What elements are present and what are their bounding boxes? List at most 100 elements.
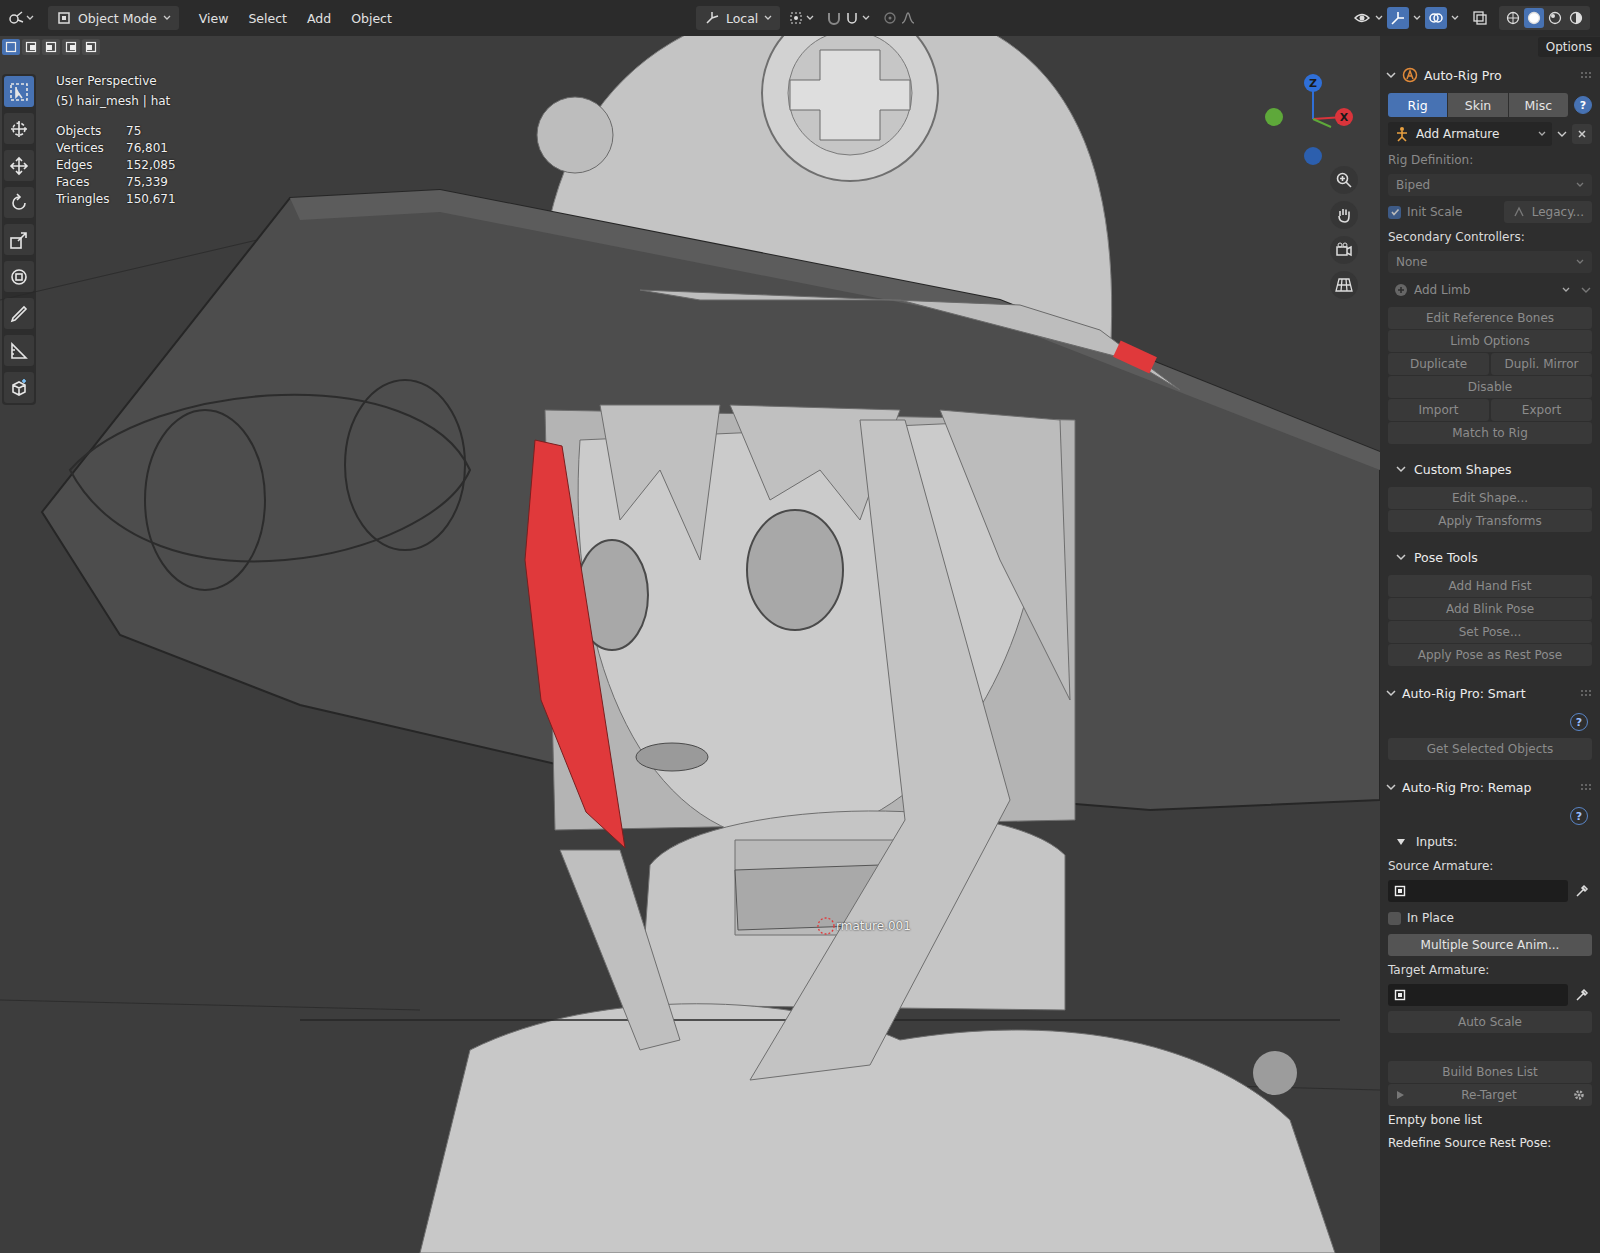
tab[interactable]: Skin [1448,93,1507,117]
legacy-button[interactable]: Legacy... [1504,201,1592,223]
close-icon [1577,129,1587,139]
options-button[interactable]: Options [1538,37,1600,57]
pivot-button[interactable] [784,7,818,29]
drag-grip-icon[interactable] [1580,71,1594,79]
subpanel-header[interactable]: Pose Tools [1388,544,1592,570]
chevron-down-icon[interactable] [1451,14,1459,22]
panel-button[interactable]: Apply Transforms [1388,510,1592,532]
camera-view-button[interactable] [1330,236,1358,264]
navigation-gizmo[interactable]: ZX [1262,71,1352,171]
selection-mode-button[interactable] [42,39,60,55]
axis-handle[interactable]: Z [1304,74,1322,92]
tab-row: RigSkinMisc? [1388,93,1592,117]
inputs-toggle[interactable]: Inputs: [1388,832,1592,852]
chevron-down-icon[interactable] [1375,14,1383,22]
enum-field[interactable]: Biped [1388,174,1592,196]
menu-chevron-icon[interactable] [1580,284,1592,296]
drag-grip-icon[interactable] [1580,689,1594,697]
selection-mode-button[interactable] [82,39,100,55]
remove-button[interactable] [1572,124,1592,144]
panel-button[interactable]: Dupli. Mirror [1491,353,1592,375]
panel-header[interactable]: Auto-Rig Pro [1386,62,1594,88]
menu-chevron-icon[interactable] [1556,128,1568,140]
3d-viewport[interactable]: User Perspective(5) hair_mesh | hatObjec… [0,36,1380,1253]
header-bar: Object Mode ViewSelectAddObject Local [0,0,1600,36]
panel-button[interactable]: Limb Options [1388,330,1592,352]
rotate-icon [9,193,29,213]
menu-item[interactable]: Object [341,7,402,30]
menu-item[interactable]: Add [297,7,341,30]
xray-icon[interactable] [1471,9,1489,27]
drag-grip-icon[interactable] [1580,783,1594,791]
help-button[interactable]: ? [1570,713,1588,731]
zoom-button[interactable] [1330,166,1358,194]
panel-button[interactable]: Set Pose... [1388,621,1592,643]
shading-mode-button[interactable] [1566,8,1586,28]
panel-button[interactable]: Edit Shape... [1388,487,1592,509]
help-button[interactable]: ? [1574,96,1592,114]
shading-mode-button[interactable] [1503,8,1523,28]
proportional-edit-button[interactable] [878,7,920,29]
chevron-down-icon[interactable] [1413,14,1421,22]
selection-mode-button[interactable] [62,39,80,55]
panel-button[interactable]: Edit Reference Bones [1388,307,1592,329]
tool-button[interactable] [4,335,34,366]
projection-button[interactable] [1330,271,1358,299]
mode-dropdown[interactable]: Object Mode [48,6,179,30]
subpanel-header[interactable]: Custom Shapes [1388,456,1592,482]
object-field[interactable] [1388,880,1568,902]
selection-mode-button[interactable] [2,39,20,55]
panel-button[interactable]: Auto Scale [1388,1011,1592,1033]
panel-button[interactable]: Export [1491,399,1592,421]
tool-button[interactable] [4,76,34,107]
visibility-icon[interactable] [1353,9,1371,27]
shading-mode-button[interactable] [1524,8,1544,28]
axis-handle[interactable] [1265,108,1283,126]
dropdown[interactable]: Add Armature [1388,122,1552,146]
menu-item[interactable]: Select [238,7,297,30]
tool-button[interactable] [4,298,34,329]
axis-handle[interactable]: X [1335,108,1353,126]
tool-button[interactable] [4,150,34,181]
editor-type-button[interactable] [4,7,38,29]
tool-button[interactable] [4,113,34,144]
info-text: Redefine Source Rest Pose: [1388,1134,1592,1152]
panel-button[interactable]: Disable [1388,376,1592,398]
panel-button[interactable]: Multiple Source Anim... [1388,934,1592,956]
panel-header[interactable]: Auto-Rig Pro: Smart [1386,680,1594,706]
enum-field[interactable]: None [1388,251,1592,273]
pan-button[interactable] [1330,201,1358,229]
tab[interactable]: Misc [1509,93,1568,117]
tool-button[interactable] [4,224,34,255]
object-picker [1388,984,1592,1006]
panel-header[interactable]: Auto-Rig Pro: Remap [1386,774,1594,800]
object-field[interactable] [1388,984,1568,1006]
checkbox[interactable]: In Place [1388,907,1592,929]
panel-button[interactable]: Get Selected Objects [1388,738,1592,760]
help-button[interactable]: ? [1570,807,1588,825]
panel-button[interactable]: Add Blink Pose [1388,598,1592,620]
dropdown[interactable]: Add Limb [1388,278,1576,302]
panel-button[interactable]: Apply Pose as Rest Pose [1388,644,1592,666]
shading-mode-button[interactable] [1545,8,1565,28]
transform-orientation-dropdown[interactable]: Local [696,6,780,30]
panel-button[interactable]: Duplicate [1388,353,1489,375]
tab[interactable]: Rig [1388,93,1447,117]
axis-handle[interactable] [1304,147,1322,165]
checkbox[interactable]: Init Scale [1388,201,1496,223]
eyedropper-button[interactable] [1572,881,1592,901]
eyedropper-button[interactable] [1572,985,1592,1005]
selection-mode-button[interactable] [22,39,40,55]
gizmo-toggle-icon[interactable] [1387,7,1409,29]
panel-button[interactable]: Import [1388,399,1489,421]
snap-button[interactable] [822,7,874,29]
panel-button[interactable]: Add Hand Fist [1388,575,1592,597]
panel-button[interactable]: Build Bones List [1388,1061,1592,1083]
tool-button[interactable] [4,261,34,292]
panel-button[interactable]: Match to Rig [1388,422,1592,444]
tool-button[interactable] [4,372,34,403]
menu-item[interactable]: View [189,7,239,30]
overlay-toggle-icon[interactable] [1425,7,1447,29]
tool-button[interactable] [4,187,34,218]
retarget-button[interactable]: Re-Target [1388,1084,1592,1106]
